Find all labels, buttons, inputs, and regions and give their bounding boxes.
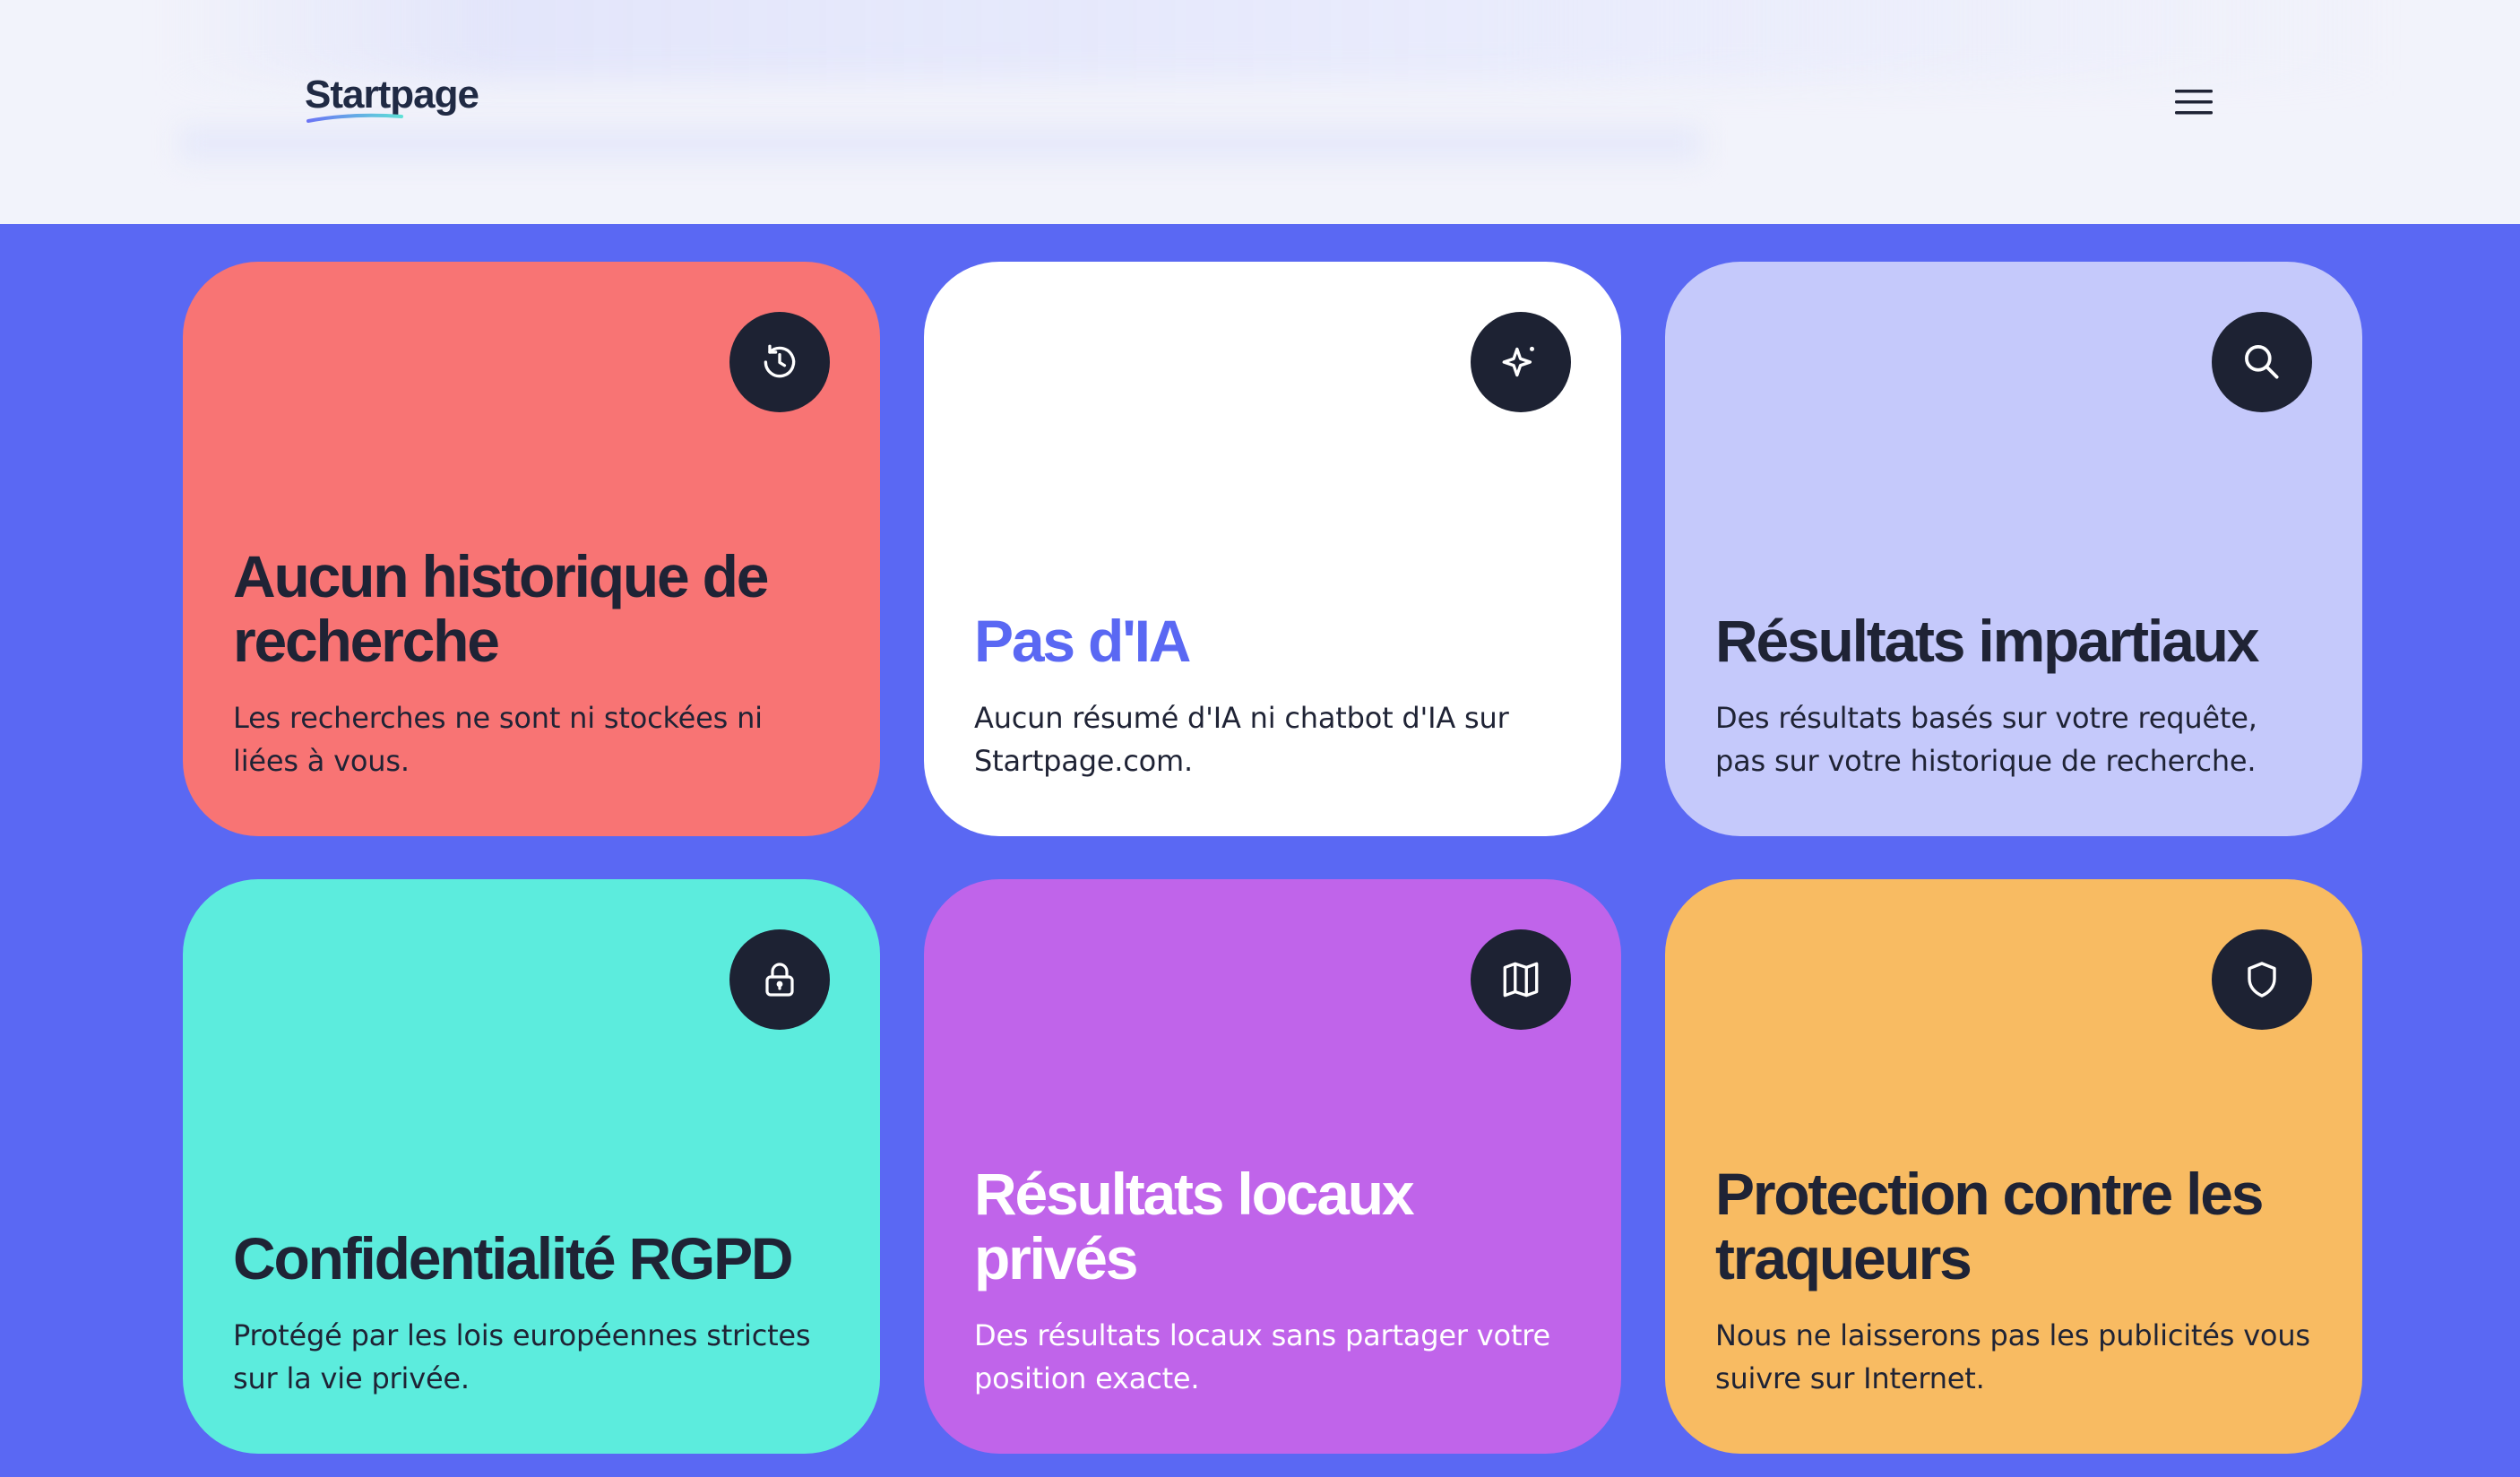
card-icon-badge xyxy=(2212,312,2312,412)
feature-card-unbiased-results: Résultats impartiaux Des résultats basés… xyxy=(1665,262,2362,836)
site-header: Startpage xyxy=(0,0,2520,224)
lock-icon xyxy=(765,963,794,997)
card-icon-badge xyxy=(2212,929,2312,1030)
shield-icon xyxy=(2248,962,2276,998)
card-title: Confidentialité RGPD xyxy=(233,1225,794,1291)
menu-button[interactable] xyxy=(2167,79,2221,125)
card-icon-badge xyxy=(1471,312,1571,412)
header-blurred-backdrop-line xyxy=(179,125,1703,161)
features-grid: Aucun historique de recherche Les recher… xyxy=(183,262,2362,1454)
history-icon xyxy=(764,344,796,378)
card-icon-badge xyxy=(729,312,830,412)
map-icon xyxy=(1503,962,1539,998)
card-title: Pas d'IA xyxy=(974,608,1191,674)
feature-card-gdpr: Confidentialité RGPD Protégé par les loi… xyxy=(183,879,880,1454)
card-title: Résultats impartiaux xyxy=(1715,608,2259,674)
feature-card-no-history: Aucun historique de recherche Les recher… xyxy=(183,262,880,836)
hamburger-menu-icon xyxy=(2175,90,2213,115)
card-description: Aucun résumé d'IA ni chatbot d'IA sur St… xyxy=(974,701,1509,778)
card-description: Les recherches ne sont ni stockées ni li… xyxy=(233,701,763,778)
search-icon xyxy=(2245,345,2279,379)
card-description: Protégé par les lois européennes stricte… xyxy=(233,1318,811,1395)
card-title: Résultats locaux privés xyxy=(974,1161,1415,1291)
header-blurred-backdrop xyxy=(161,0,2402,81)
card-title: Aucun historique de recherche xyxy=(233,543,769,674)
logo-text: Startpage xyxy=(305,73,479,117)
sparkle-icon xyxy=(1502,346,1534,377)
startpage-logo[interactable]: Startpage xyxy=(305,75,479,124)
logo-swoosh-icon xyxy=(306,113,403,123)
feature-card-no-ai: Pas d'IA Aucun résumé d'IA ni chatbot d'… xyxy=(924,262,1621,836)
feature-card-private-local-results: Résultats locaux privés Des résultats lo… xyxy=(924,879,1621,1454)
feature-card-tracker-protection: Protection contre les traqueurs Nous ne … xyxy=(1665,879,2362,1454)
card-icon-badge xyxy=(1471,929,1571,1030)
card-icon-badge xyxy=(729,929,830,1030)
card-description: Nous ne laisserons pas les publicités vo… xyxy=(1715,1318,2310,1395)
card-description: Des résultats basés sur votre requête, p… xyxy=(1715,701,2257,778)
card-title: Protection contre les traqueurs xyxy=(1715,1161,2264,1291)
card-description: Des résultats locaux sans partager votre… xyxy=(974,1318,1550,1395)
